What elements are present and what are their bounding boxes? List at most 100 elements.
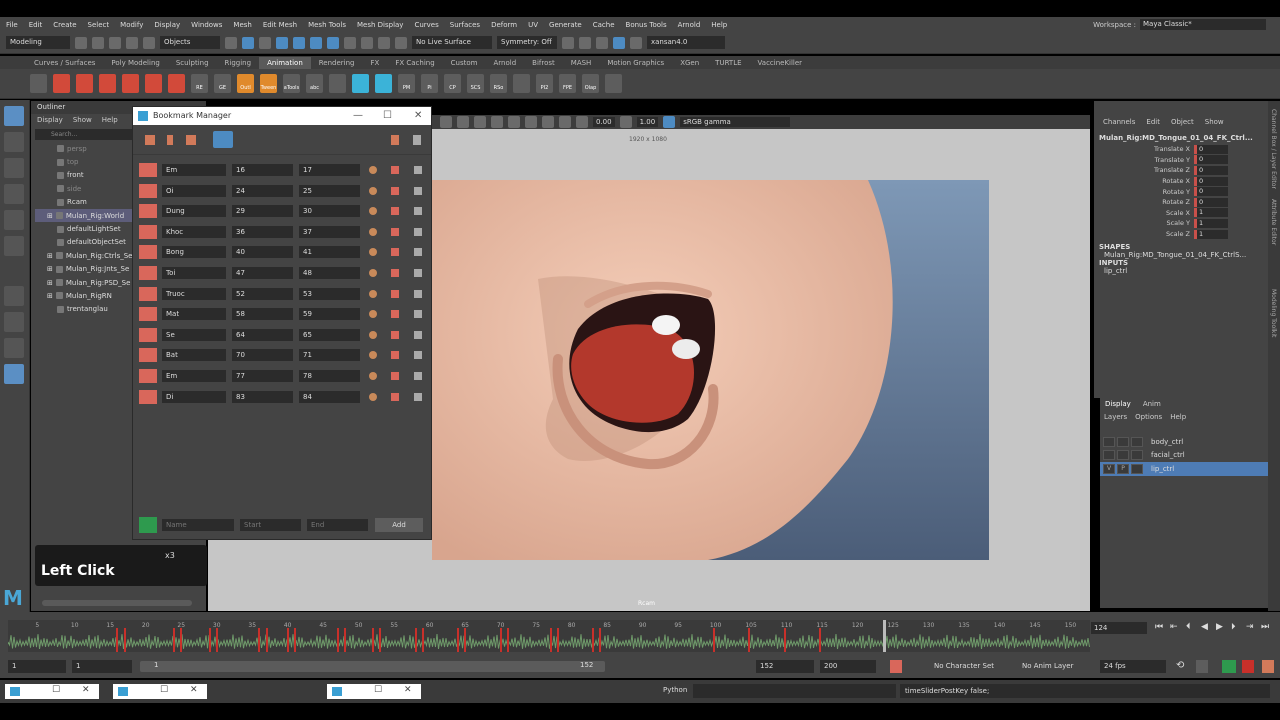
shelf-key-tool-icon[interactable] <box>145 74 162 93</box>
step-forward-frame-icon[interactable]: ⏵ <box>1231 622 1236 632</box>
keyframe-marker[interactable] <box>173 628 176 652</box>
bookmark-end-field[interactable]: 25 <box>299 184 360 197</box>
shelf-tool-icon[interactable]: PM <box>398 74 415 93</box>
delete-icon[interactable] <box>414 351 422 360</box>
shelf-tab-fx[interactable]: FX <box>363 57 388 69</box>
bookmark-icon[interactable] <box>391 248 399 257</box>
view-bookmarks-icon[interactable] <box>213 131 233 148</box>
maximize-icon[interactable]: ☐ <box>383 107 392 125</box>
frame-range-icon[interactable] <box>369 351 377 360</box>
close-icon[interactable]: ✕ <box>404 685 412 695</box>
menu-arnold[interactable]: Arnold <box>678 21 701 29</box>
keyframe-marker[interactable] <box>379 628 382 652</box>
close-icon[interactable]: ✕ <box>82 685 90 695</box>
outliner-menu-display[interactable]: Display <box>37 114 63 127</box>
frame-range-icon[interactable] <box>369 392 377 401</box>
menu-mesh-tools[interactable]: Mesh Tools <box>308 21 346 29</box>
bookmark-end-field[interactable]: 65 <box>299 328 360 341</box>
channel-menu-channels[interactable]: Channels <box>1103 118 1135 130</box>
layer-visibility-toggle[interactable]: V <box>1103 463 1115 474</box>
exposure-icon[interactable] <box>576 116 588 128</box>
select-joints-icon[interactable] <box>293 36 305 49</box>
single-pane-layout-icon[interactable] <box>4 286 24 306</box>
close-icon[interactable]: ✕ <box>190 685 198 695</box>
bookmark-icon[interactable] <box>391 186 399 195</box>
command-input[interactable] <box>693 684 896 698</box>
auto-key-icon[interactable] <box>1222 660 1236 673</box>
shelf-tool-icon[interactable] <box>513 74 530 93</box>
layer-display-type-toggle[interactable] <box>1131 463 1143 474</box>
channel-attribute-value[interactable]: 0 <box>1194 187 1228 197</box>
bookmark-color-swatch[interactable] <box>139 245 157 260</box>
layer-visibility-toggle[interactable] <box>1103 436 1115 447</box>
shelf-tab-fx-caching[interactable]: FX Caching <box>387 57 442 69</box>
layer-menu-options[interactable]: Options <box>1135 411 1162 423</box>
menu-display[interactable]: Display <box>154 21 180 29</box>
next-bookmark-icon[interactable] <box>186 135 196 145</box>
outliner-menu-help[interactable]: Help <box>102 114 118 127</box>
keyframe-marker[interactable] <box>286 628 289 652</box>
delete-icon[interactable] <box>414 227 422 236</box>
animation-start-field[interactable]: 1 <box>8 660 66 673</box>
anim-prefs-icon[interactable] <box>1262 660 1274 673</box>
shadows-icon[interactable] <box>508 116 520 128</box>
menu-curves[interactable]: Curves <box>414 21 438 29</box>
frame-range-icon[interactable] <box>369 227 377 236</box>
bookmark-end-field[interactable]: 53 <box>299 287 360 300</box>
add-bookmark-button[interactable]: Add <box>375 518 423 532</box>
keyframe-marker[interactable] <box>549 628 552 652</box>
bookmark-name-field[interactable]: Se <box>162 328 226 341</box>
restore-icon[interactable]: ☐ <box>374 685 382 695</box>
shelf-tab-arnold[interactable]: Arnold <box>486 57 525 69</box>
channel-attribute-row[interactable]: Scale Z 1 <box>1094 229 1268 240</box>
new-bookmark-start-input[interactable] <box>240 519 301 531</box>
new-bookmark-color-swatch[interactable] <box>139 517 157 533</box>
bookmark-color-swatch[interactable] <box>139 286 157 301</box>
playback-start-field[interactable]: 1 <box>72 660 132 673</box>
channel-attribute-row[interactable]: Translate X 0 <box>1094 144 1268 155</box>
bookmark-name-field[interactable]: Mat <box>162 308 226 321</box>
range-slider-bar[interactable]: 1 152 <box>140 661 605 672</box>
bookmark-manager-titlebar[interactable]: Bookmark Manager — ☐ ✕ <box>133 107 431 125</box>
channel-attribute-row[interactable]: Rotate Y 0 <box>1094 186 1268 197</box>
bookmark-start-field[interactable]: 52 <box>232 287 293 300</box>
channel-attribute-value[interactable]: 1 <box>1194 229 1228 239</box>
isolate-icon[interactable] <box>542 116 554 128</box>
bookmark-timeline-icon[interactable] <box>890 660 902 673</box>
layer-playback-toggle[interactable]: P <box>1117 463 1129 474</box>
bookmark-name-field[interactable]: Khoc <box>162 225 226 238</box>
keyframe-marker[interactable] <box>208 628 211 652</box>
component-mode-icon[interactable] <box>259 36 271 49</box>
scale-tool-icon[interactable] <box>4 236 24 256</box>
shelf-tab-xgen[interactable]: XGen <box>672 57 707 69</box>
bookmark-end-field[interactable]: 71 <box>299 349 360 362</box>
bookmark-name-field[interactable]: Bat <box>162 349 226 362</box>
bookmark-icon[interactable] <box>391 289 399 298</box>
shelf-tool-icon[interactable]: PI2 <box>536 74 553 93</box>
color-management-icon[interactable] <box>663 116 676 128</box>
shelf-tab-bifrost[interactable]: Bifrost <box>524 57 563 69</box>
frame-range-icon[interactable] <box>369 248 377 257</box>
bookmark-marker-icon[interactable] <box>167 135 173 145</box>
bookmark-color-swatch[interactable] <box>139 204 157 219</box>
bookmark-start-field[interactable]: 40 <box>232 246 293 259</box>
script-language-label[interactable]: Python <box>663 686 687 694</box>
keyframe-marker[interactable] <box>372 628 375 652</box>
menu-generate[interactable]: Generate <box>549 21 582 29</box>
outliner-scrollbar[interactable] <box>42 600 192 606</box>
layer-row[interactable]: facial_ctrl <box>1100 449 1268 463</box>
shelf-tab-poly-modeling[interactable]: Poly Modeling <box>103 57 167 69</box>
shelf-tab-rigging[interactable]: Rigging <box>217 57 260 69</box>
bookmark-end-field[interactable]: 48 <box>299 267 360 279</box>
save-scene-icon[interactable] <box>109 36 121 49</box>
bookmark-all-icon[interactable] <box>391 135 399 145</box>
menu-select[interactable]: Select <box>88 21 110 29</box>
bookmark-color-swatch[interactable] <box>139 389 157 404</box>
bookmark-color-swatch[interactable] <box>139 183 157 198</box>
move-tool-icon[interactable] <box>4 184 24 204</box>
keyframe-marker[interactable] <box>464 628 467 652</box>
bookmark-start-field[interactable]: 29 <box>232 205 293 218</box>
bookmark-start-field[interactable]: 64 <box>232 328 293 341</box>
expand-icon[interactable]: ⊞ <box>47 279 53 287</box>
object-mode-icon[interactable] <box>242 36 254 49</box>
